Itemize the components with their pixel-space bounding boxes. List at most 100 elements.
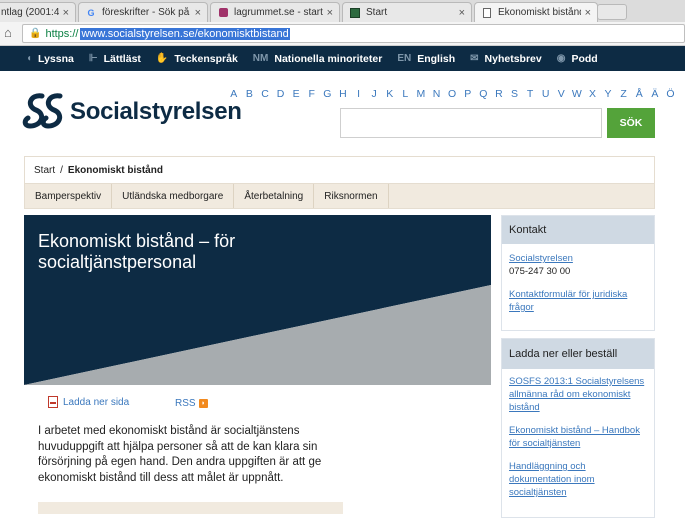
subnav-item-utlandska-medborgare[interactable]: Utländska medborgare <box>112 184 235 208</box>
close-icon[interactable]: × <box>585 7 591 19</box>
alphabet-letter[interactable]: B <box>242 88 258 100</box>
breadcrumb-separator: / <box>60 164 63 176</box>
url-field[interactable]: 🔒 https:// www.socialstyrelsen.se/ekonom… <box>22 24 685 43</box>
topnav-label: Nyhetsbrev <box>484 52 542 65</box>
rss-link[interactable]: RSS ◗ <box>175 398 208 409</box>
page-title: Ekonomiskt bistånd – för socialtjänstper… <box>38 231 236 272</box>
alphabet-letter[interactable]: P <box>460 88 476 100</box>
search-button[interactable]: SÖK <box>607 108 655 138</box>
contact-panel: Kontakt Socialstyrelsen 075-247 30 00 Ko… <box>501 215 655 331</box>
intro-text: I arbetet med ekonomiskt bistånd är soci… <box>38 425 322 484</box>
google-icon: G <box>87 7 95 18</box>
alphabet-index: ABCDEFGHIJKLMNOPQRSTUVWXYZÅÄÖ <box>226 88 678 100</box>
topnav-item-english[interactable]: EN English <box>397 53 455 65</box>
contact-org-link[interactable]: Socialstyrelsen <box>509 252 647 265</box>
accessibility-nav: ◖ Lyssna ⊩ Lättläst ✋ Teckenspråk NM Nationella… <box>0 46 685 71</box>
close-icon[interactable]: × <box>459 7 465 19</box>
url-scheme: https:// <box>45 27 79 40</box>
alphabet-letter[interactable]: M <box>413 88 429 100</box>
alphabet-letter[interactable]: A <box>226 88 242 100</box>
alphabet-letter[interactable]: U <box>538 88 554 100</box>
search-input[interactable] <box>340 108 602 138</box>
section-subnav: Bamperspektiv Utländska medborgare Återb… <box>24 183 655 209</box>
alphabet-letter[interactable]: C <box>257 88 273 100</box>
home-icon[interactable]: ⌂ <box>4 26 18 40</box>
download-page-link[interactable]: Ladda ner sida <box>48 396 129 408</box>
lagrummet-icon <box>217 7 229 19</box>
download-link-sosfs[interactable]: SOSFS 2013:1 Socialstyrelsens allmänna r… <box>509 375 647 414</box>
topnav-item-lättläst[interactable]: ⊩ Lättläst <box>89 53 141 65</box>
topnav-item-teckenspråk[interactable]: ✋ Teckenspråk <box>156 53 238 65</box>
browser-tab-3[interactable]: lagrummet.se - startsida × <box>210 2 340 22</box>
alphabet-letter[interactable]: T <box>522 88 538 100</box>
alphabet-letter[interactable]: L <box>398 88 414 100</box>
contact-phone: 075-247 30 00 <box>509 266 571 277</box>
alphabet-letter[interactable]: D <box>273 88 289 100</box>
topnav-label: Nationella minoriteter <box>274 52 383 65</box>
alphabet-letter[interactable]: O <box>444 88 460 100</box>
alphabet-letter[interactable]: Ä <box>647 88 663 100</box>
subnav-item-bamperspektiv[interactable]: Bamperspektiv <box>25 184 113 208</box>
easy-read-icon: ⊩ <box>88 53 98 64</box>
podcast-icon: ◉ <box>556 53 566 64</box>
download-link-handlaggning[interactable]: Handläggning och dokumentation inom soci… <box>509 460 647 499</box>
alphabet-letter[interactable]: W <box>569 88 585 100</box>
rss-icon: ◗ <box>198 399 208 408</box>
close-icon[interactable]: × <box>195 7 201 19</box>
browser-tab-1[interactable]: ntlag (2001:45 × <box>0 2 76 22</box>
tab-title: Ekonomiskt bistånd – för <box>498 7 581 18</box>
pdf-icon <box>48 396 58 408</box>
socialstyrelsen-logo-icon <box>22 93 63 129</box>
alphabet-letter[interactable]: G <box>320 88 336 100</box>
breadcrumb: Start / Ekonomiskt bistånd <box>24 156 655 183</box>
alphabet-letter[interactable]: Q <box>476 88 492 100</box>
sign-language-icon: ✋ <box>155 53 169 64</box>
breadcrumb-start[interactable]: Start <box>34 165 55 176</box>
alphabet-letter[interactable]: H <box>335 88 351 100</box>
tab-title: lagrummet.se - startsida <box>234 7 323 18</box>
alphabet-letter[interactable]: S <box>507 88 523 100</box>
url-text: www.socialstyrelsen.se/ekonomisktbistand <box>80 27 290 40</box>
topnav-label: Podd <box>571 52 598 65</box>
site-logo[interactable]: Socialstyrelsen <box>22 92 242 132</box>
browser-tab-4[interactable]: Start × <box>342 2 472 22</box>
alphabet-letter[interactable]: I <box>351 88 367 100</box>
alphabet-letter[interactable]: Ö <box>663 88 679 100</box>
close-icon[interactable]: × <box>327 7 333 19</box>
alphabet-letter[interactable]: Y <box>600 88 616 100</box>
alphabet-letter[interactable]: J <box>366 88 382 100</box>
subnav-item-aterbetalning[interactable]: Återbetalning <box>234 184 315 208</box>
alphabet-letter[interactable]: Z <box>616 88 632 100</box>
alphabet-letter[interactable]: E <box>288 88 304 100</box>
rss-label[interactable]: RSS <box>175 398 196 409</box>
breadcrumb-current: Ekonomiskt bistånd <box>67 164 163 176</box>
topnav-label: Lyssna <box>38 52 74 65</box>
alphabet-letter[interactable]: V <box>553 88 569 100</box>
contact-heading: Kontakt <box>502 216 654 244</box>
alphabet-letter[interactable]: R <box>491 88 507 100</box>
download-page-label[interactable]: Ladda ner sida <box>63 397 129 408</box>
topnav-item-lyssna[interactable]: ◖ Lyssna <box>26 53 74 65</box>
alphabet-letter[interactable]: N <box>429 88 445 100</box>
new-tab-button[interactable] <box>597 4 627 20</box>
topnav-item-nationella-minoriteter[interactable]: NM Nationella minoriteter <box>253 53 383 65</box>
grid-site-icon <box>349 7 361 19</box>
minorities-icon: NM <box>252 53 269 64</box>
alphabet-letter[interactable]: F <box>304 88 320 100</box>
mail-icon: ✉ <box>470 53 479 64</box>
close-icon[interactable]: × <box>63 7 69 19</box>
browser-tab-active[interactable]: Ekonomiskt bistånd – för × <box>474 2 598 22</box>
lock-icon: 🔒 <box>29 28 42 39</box>
hero-banner: Ekonomiskt bistånd – för socialtjänstper… <box>24 215 491 385</box>
topnav-item-podd[interactable]: ◉ Podd <box>557 53 598 65</box>
alphabet-letter[interactable]: Å <box>631 88 647 100</box>
download-link-handbok[interactable]: Ekonomiskt bistånd – Handbok för socialt… <box>509 424 647 450</box>
alphabet-letter[interactable]: X <box>585 88 601 100</box>
alphabet-letter[interactable]: K <box>382 88 398 100</box>
browser-tab-2[interactable]: G föreskrifter - Sök på Goo × <box>78 2 208 22</box>
subnav-item-riksnormen[interactable]: Riksnormen <box>314 184 389 208</box>
address-bar: ⌂ 🔒 https:// www.socialstyrelsen.se/ekon… <box>0 22 685 46</box>
topnav-item-nyhetsbrev[interactable]: ✉ Nyhetsbrev <box>470 53 542 65</box>
contact-form-link[interactable]: Kontaktformulär för juridiska frågor <box>509 288 647 314</box>
downloads-heading: Ladda ner eller beställ <box>502 339 654 369</box>
